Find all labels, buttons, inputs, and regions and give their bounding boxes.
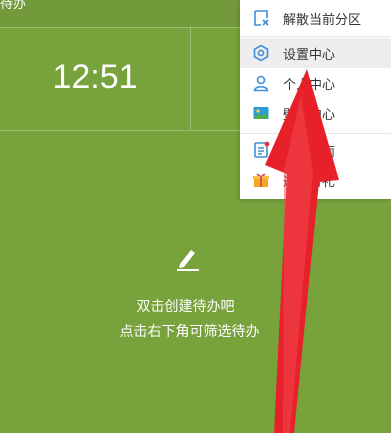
menu-item-invite-gift[interactable]: 邀请有礼 (240, 165, 391, 195)
settings-icon (253, 44, 269, 62)
pencil-icon (177, 250, 199, 271)
menu-item-profile[interactable]: 个人中心 (240, 68, 391, 98)
menu-item-label: 功能指南 (283, 144, 336, 160)
menu-item-label: 设置中心 (283, 47, 336, 63)
menu-separator (240, 36, 391, 37)
menu-item-label: 解散当前分区 (283, 12, 362, 28)
menu-separator (240, 133, 391, 134)
menu-item-wallpaper[interactable]: 壁纸中心 (240, 98, 391, 128)
menu-item-label: 个人中心 (283, 77, 336, 93)
menu-item-guide[interactable]: 功能指南 (240, 135, 391, 165)
empty-state-line-1: 双击创建待办吧 (136, 299, 235, 315)
divider (190, 27, 191, 130)
wallpaper-icon (253, 107, 269, 119)
clock-time: 12:51 (52, 58, 138, 96)
guide-icon (254, 141, 270, 158)
dissolve-partition-icon (254, 10, 269, 26)
menu-item-dissolve-partition[interactable]: 解散当前分区 (240, 3, 391, 33)
menu-item-settings[interactable]: 设置中心 (240, 38, 391, 68)
gift-icon (253, 173, 269, 187)
empty-state-line-2: 点击右下角可筛选待办 (119, 324, 260, 340)
page-title: 待办 (0, 0, 27, 12)
user-icon (253, 75, 269, 92)
menu-item-label: 邀请有礼 (283, 174, 336, 190)
menu-item-label: 壁纸中心 (283, 107, 336, 123)
context-menu: 解散当前分区 设置中心 个人中心 壁纸中心 功能指南 邀请有礼 (240, 0, 391, 199)
